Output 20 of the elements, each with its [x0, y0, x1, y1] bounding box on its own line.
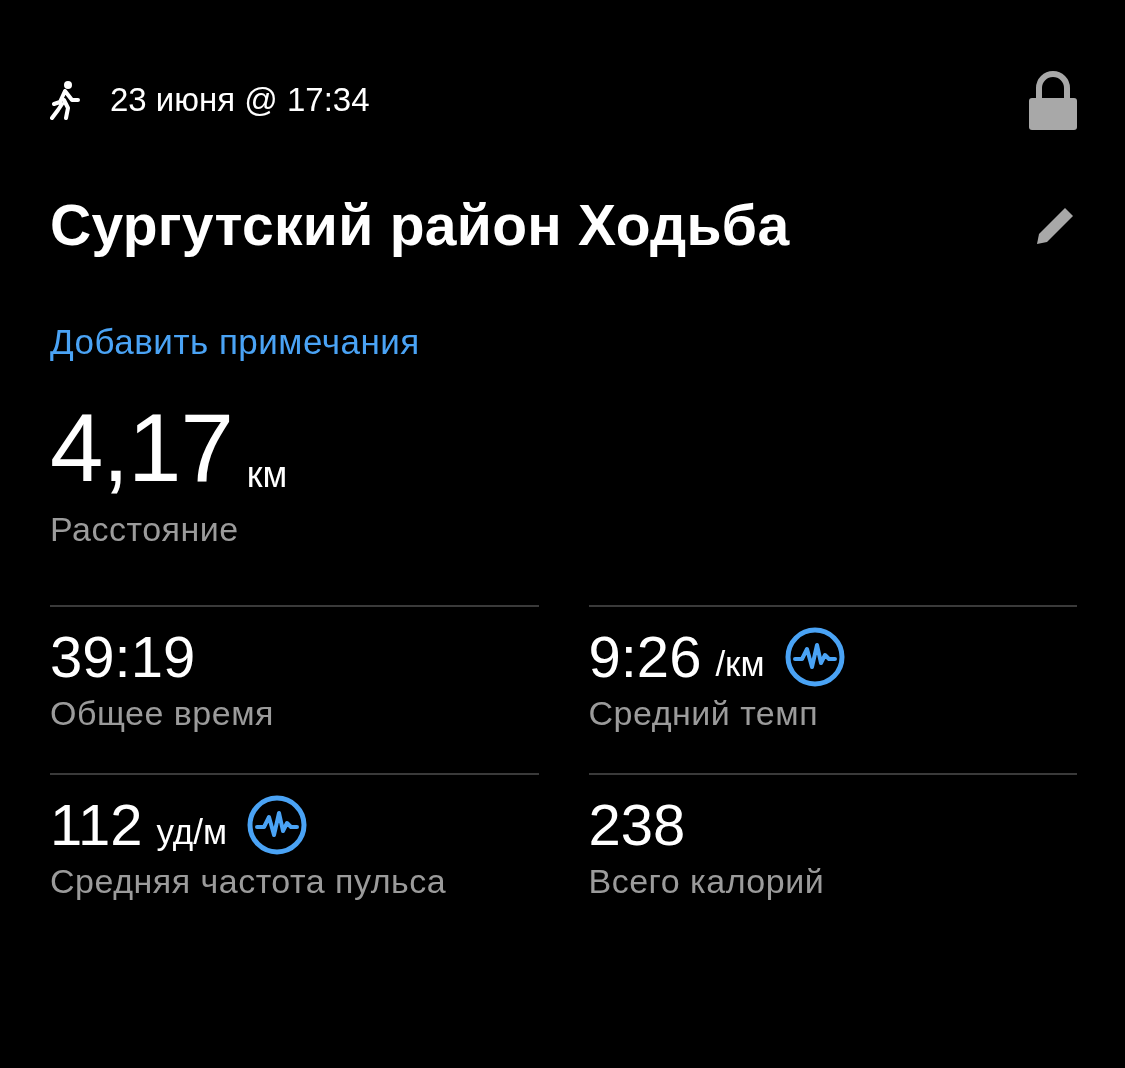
workout-title: Сургутский район Ходьба	[50, 192, 790, 258]
stat-label: Всего калорий	[588, 861, 826, 901]
stat-value: 9:26	[588, 627, 702, 688]
stat-label: Общее время	[50, 693, 275, 733]
workout-date: 23 июня @ 17:34	[110, 81, 370, 119]
distance-unit: км	[246, 454, 288, 496]
add-notes-link[interactable]: Добавить примечания	[50, 322, 420, 361]
distance-label: Расстояние	[50, 510, 240, 549]
heart-rate-icon[interactable]	[784, 627, 845, 688]
stat-label: Средний темп	[588, 693, 820, 733]
stat-unit: уд/м	[156, 811, 227, 852]
stat-label: Средняя частота пульса	[50, 861, 448, 901]
walking-icon	[50, 80, 80, 120]
distance-value: 4,17	[50, 400, 233, 496]
stat-value: 238	[588, 795, 686, 856]
lock-icon[interactable]	[1029, 70, 1077, 130]
stat-value: 39:19	[50, 627, 196, 688]
stat-unit: /км	[715, 643, 765, 684]
heart-rate-icon[interactable]	[247, 795, 307, 856]
stat-value: 112	[50, 795, 143, 856]
